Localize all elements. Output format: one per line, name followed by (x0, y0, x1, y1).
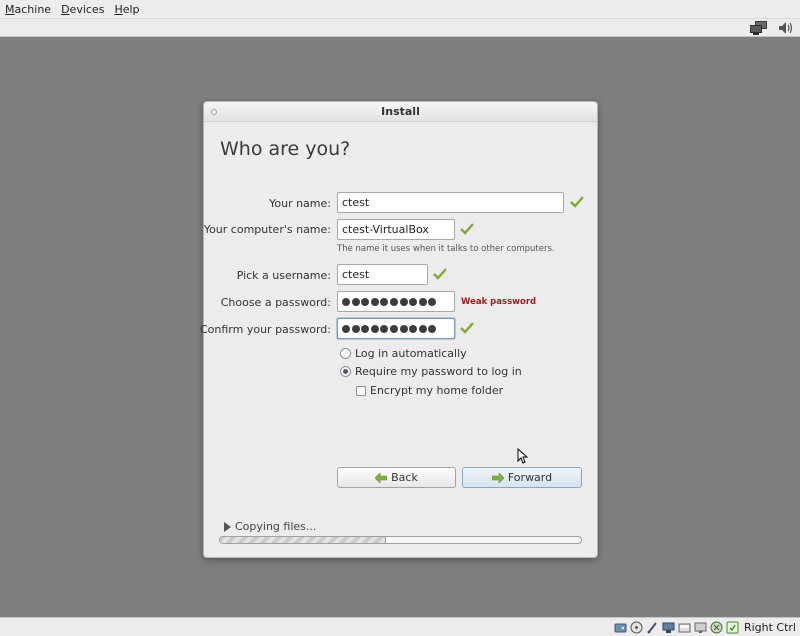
page-title: Who are you? (220, 138, 351, 160)
computer-name-label: Your computer's name: (203, 223, 331, 236)
host-key-label: Right Ctrl (743, 621, 796, 634)
confirm-password-label: Confirm your password: (199, 323, 331, 336)
expander-triangle-icon (224, 521, 231, 532)
password-dot (399, 325, 408, 333)
host-menubar: Machine Devices Help (0, 0, 800, 19)
encrypt-home-label[interactable]: Encrypt my home folder (370, 384, 503, 397)
check-icon (460, 322, 474, 334)
username-field[interactable]: ctest (337, 264, 428, 285)
shared-folders-icon[interactable] (678, 621, 691, 634)
password-dot (389, 325, 398, 333)
network-adapter-icon[interactable] (662, 621, 675, 634)
back-button[interactable]: Back (337, 467, 456, 488)
harddisk-icon[interactable] (614, 621, 627, 634)
password-dot (418, 325, 427, 333)
password-strength: Weak password (461, 297, 537, 307)
password-dot (399, 298, 408, 306)
name-field[interactable]: ctest (337, 192, 564, 213)
password-dot (351, 325, 360, 333)
progress-expander[interactable]: Copying files... (224, 520, 316, 533)
window-titlebar[interactable]: Install (204, 102, 597, 122)
install-window: Install Who are you? Your name: ctest Yo… (199, 101, 598, 558)
password-dot (380, 325, 389, 333)
progress-label: Copying files... (235, 520, 317, 533)
check-icon (433, 268, 447, 280)
login-automatically-label[interactable]: Log in automatically (355, 347, 467, 360)
password-dot (351, 298, 360, 306)
progress-fill (220, 537, 387, 543)
password-dot (370, 298, 379, 306)
check-icon (460, 223, 474, 235)
computer-name-field[interactable]: ctest-VirtualBox (337, 219, 455, 240)
password-dot (361, 298, 370, 306)
password-dot (370, 325, 379, 333)
optical-drive-icon[interactable] (630, 621, 643, 634)
require-password-radio[interactable] (340, 366, 351, 377)
password-dot (428, 298, 437, 306)
login-automatically-radio[interactable] (340, 348, 351, 359)
check-icon (570, 196, 584, 208)
mouse-cursor-icon (517, 448, 528, 464)
host-key-icon (726, 621, 739, 634)
password-dot (389, 298, 398, 306)
display-icon[interactable] (694, 621, 707, 634)
require-password-label[interactable]: Require my password to log in (355, 365, 522, 378)
forward-button[interactable]: Forward (462, 467, 582, 488)
password-dot (418, 298, 427, 306)
guest-top-panel (0, 19, 800, 37)
network-icon[interactable] (750, 21, 768, 35)
password-dot (361, 325, 370, 333)
menu-devices[interactable]: Devices (60, 3, 105, 16)
mouse-integration-icon[interactable] (710, 621, 723, 634)
confirm-password-field[interactable] (337, 318, 455, 339)
progress-bar (219, 536, 582, 544)
password-dot (409, 325, 418, 333)
menu-machine[interactable]: Machine (4, 3, 52, 16)
password-dot (342, 325, 350, 333)
username-label: Pick a username: (236, 269, 331, 282)
password-dot (342, 298, 350, 306)
password-dot (409, 298, 418, 306)
encrypt-home-checkbox[interactable] (356, 386, 366, 396)
volume-icon[interactable] (778, 21, 794, 35)
usb-icon[interactable] (646, 621, 659, 634)
window-title: Install (381, 105, 420, 118)
password-dot (380, 298, 389, 306)
password-dot (428, 325, 437, 333)
forward-button-label: Forward (507, 471, 553, 484)
password-field[interactable] (337, 291, 455, 312)
back-button-label: Back (391, 471, 418, 484)
password-label: Choose a password: (220, 296, 331, 309)
arrow-left-icon (375, 472, 388, 483)
arrow-right-icon (491, 472, 504, 483)
window-close-icon[interactable] (211, 109, 217, 115)
name-label: Your name: (269, 197, 331, 210)
computer-name-hint: The name it uses when it talks to other … (337, 244, 555, 254)
host-statusbar: Right Ctrl (0, 617, 800, 636)
menu-help[interactable]: Help (113, 3, 140, 16)
